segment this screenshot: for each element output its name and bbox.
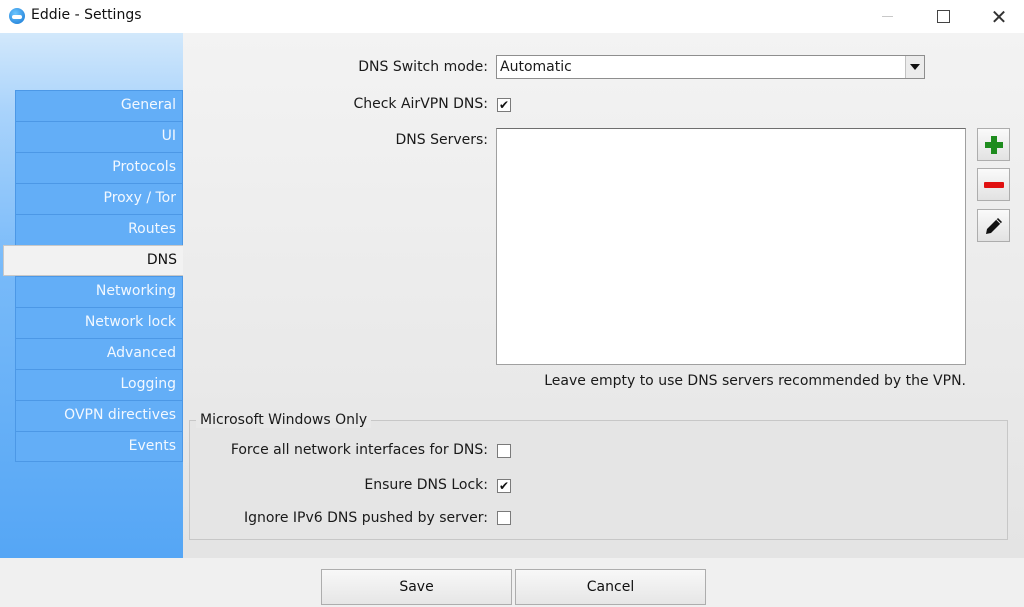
title-bar: Eddie - Settings ✕	[0, 0, 1024, 33]
plus-icon	[984, 135, 1003, 154]
remove-dns-server-button[interactable]	[977, 168, 1010, 201]
settings-nav: General UI Protocols Proxy / Tor Routes …	[3, 90, 183, 462]
edit-dns-server-button[interactable]	[977, 209, 1010, 242]
sidebar-item-advanced[interactable]: Advanced	[15, 338, 183, 369]
add-dns-server-button[interactable]	[977, 128, 1010, 161]
sidebar-item-ovpn-directives[interactable]: OVPN directives	[15, 400, 183, 431]
ignore-ipv6-dns-label: Ignore IPv6 DNS pushed by server:	[243, 510, 488, 526]
settings-sidebar: General UI Protocols Proxy / Tor Routes …	[0, 33, 183, 558]
ensure-dns-lock-checkbox[interactable]: ✔	[497, 479, 511, 493]
sidebar-item-networking[interactable]: Networking	[15, 276, 183, 307]
dns-servers-list[interactable]	[496, 128, 966, 365]
maximize-button[interactable]	[920, 0, 966, 33]
dns-servers-hint: Leave empty to use DNS servers recommend…	[544, 373, 966, 389]
save-button[interactable]: Save	[321, 569, 512, 605]
dns-switch-mode-select[interactable]: Automatic	[496, 55, 925, 79]
force-all-interfaces-label: Force all network interfaces for DNS:	[230, 442, 488, 458]
minus-icon	[983, 181, 1004, 188]
sidebar-item-protocols[interactable]: Protocols	[15, 152, 183, 183]
sidebar-item-logging[interactable]: Logging	[15, 369, 183, 400]
sidebar-item-routes[interactable]: Routes	[15, 214, 183, 245]
close-button[interactable]: ✕	[976, 0, 1022, 33]
sidebar-item-ui[interactable]: UI	[15, 121, 183, 152]
eddie-app-icon	[9, 8, 25, 24]
sidebar-item-dns[interactable]: DNS	[3, 245, 183, 276]
maximize-icon	[936, 10, 950, 23]
window-title: Eddie - Settings	[31, 7, 142, 23]
ensure-dns-lock-label: Ensure DNS Lock:	[364, 477, 488, 493]
dns-switch-mode-value: Automatic	[500, 59, 572, 75]
pencil-icon	[985, 217, 1002, 234]
check-airvpn-dns-checkbox[interactable]: ✔	[497, 98, 511, 112]
check-airvpn-dns-label: Check AirVPN DNS:	[353, 96, 488, 112]
minimize-icon	[881, 16, 893, 17]
footer-bar	[0, 558, 1024, 607]
sidebar-item-network-lock[interactable]: Network lock	[15, 307, 183, 338]
minimize-button[interactable]	[864, 0, 910, 33]
close-icon: ✕	[990, 4, 1008, 29]
sidebar-item-proxy-tor[interactable]: Proxy / Tor	[15, 183, 183, 214]
sidebar-item-general[interactable]: General	[15, 90, 183, 121]
force-all-interfaces-checkbox[interactable]	[497, 444, 511, 458]
ignore-ipv6-dns-checkbox[interactable]	[497, 511, 511, 525]
dns-switch-mode-label: DNS Switch mode:	[358, 59, 488, 75]
cancel-button[interactable]: Cancel	[515, 569, 706, 605]
sidebar-item-events[interactable]: Events	[15, 431, 183, 462]
dns-servers-label: DNS Servers:	[395, 132, 488, 148]
chevron-down-icon[interactable]	[905, 56, 924, 78]
windows-only-group-title: Microsoft Windows Only	[196, 412, 372, 428]
